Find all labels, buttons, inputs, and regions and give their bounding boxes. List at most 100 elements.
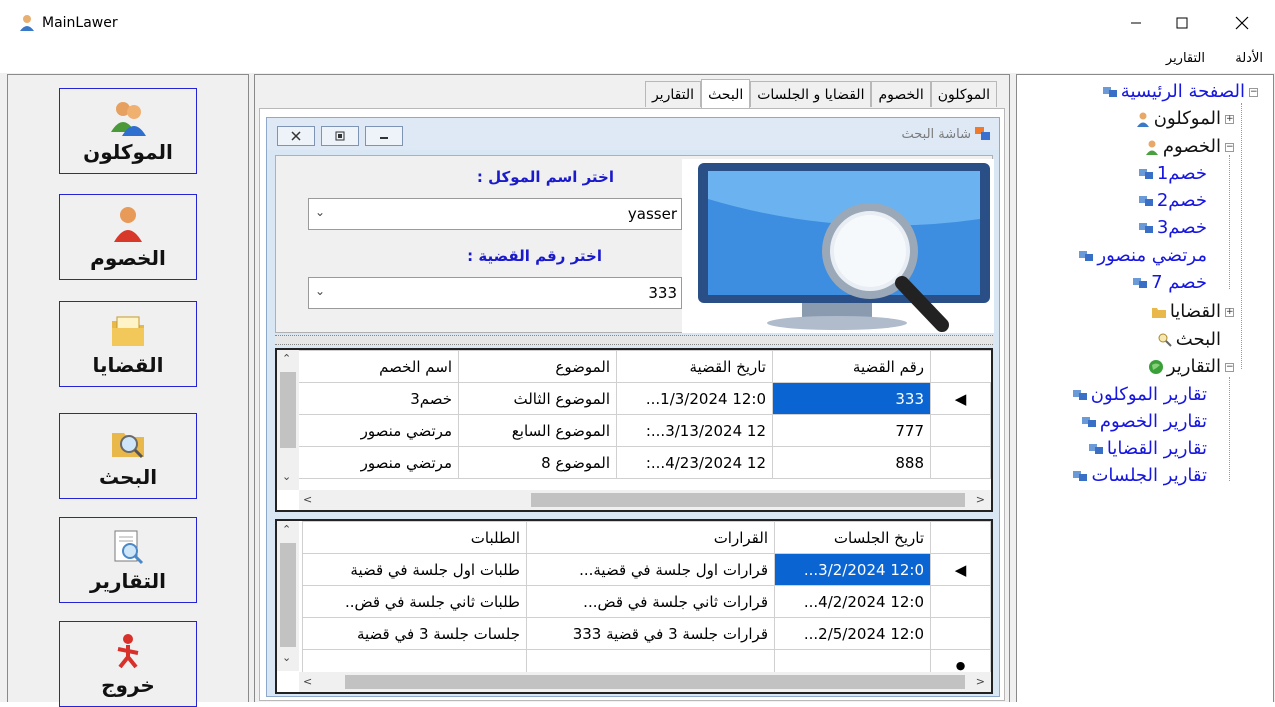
cell-case-date[interactable]: 12 3/13/2024...:: [616, 414, 773, 447]
collapse-root-icon[interactable]: −: [1249, 88, 1258, 97]
scroll-down-icon[interactable]: ⌄: [282, 470, 291, 483]
scroll-left-icon[interactable]: <: [303, 675, 312, 688]
table-row[interactable]: 777 12 3/13/2024...: الموضوع السابع مرتض…: [298, 414, 991, 447]
reports-button[interactable]: التقارير: [59, 517, 197, 603]
table-row[interactable]: 12:0 2/5/2024... قرارات جلسة 3 في قضية 3…: [302, 617, 991, 650]
cell-case-number[interactable]: 888: [772, 446, 931, 479]
cell-decisions[interactable]: قرارات اول جلسة في قضية...: [526, 553, 775, 586]
tree-node-report-clients[interactable]: تقارير الموكلون: [1069, 384, 1207, 405]
tree-node-reports[interactable]: التقارير: [1145, 356, 1221, 377]
collapse-reports-icon[interactable]: −: [1225, 363, 1234, 372]
tree-node-home[interactable]: الصفحة الرئيسية: [1099, 81, 1245, 102]
col-case-date[interactable]: تاريخ القضية: [616, 350, 773, 383]
row-selector[interactable]: ◀: [930, 382, 991, 415]
clients-button[interactable]: الموكلون: [59, 88, 197, 174]
row-selector[interactable]: ◀: [930, 553, 991, 586]
child-close-button[interactable]: [277, 126, 315, 146]
scroll-right-icon[interactable]: >: [976, 675, 985, 688]
cell-decisions[interactable]: قرارات جلسة 3 في قضية 333: [526, 617, 775, 650]
cell-case-number[interactable]: 777: [772, 414, 931, 447]
scroll-thumb[interactable]: [345, 675, 965, 689]
tab-cases-sessions[interactable]: القضايا و الجلسات: [750, 81, 872, 107]
sessions-horizontal-scrollbar[interactable]: < >: [299, 672, 991, 692]
scroll-right-icon[interactable]: >: [976, 493, 985, 506]
cell-opponent-name[interactable]: مرتضي منصور: [298, 446, 459, 479]
cases-vertical-scrollbar[interactable]: ⌃ ⌄: [277, 350, 299, 490]
cases-button[interactable]: القضايا: [59, 301, 197, 387]
tree-node-search[interactable]: البحث: [1154, 329, 1221, 350]
client-combobox[interactable]: yasser ⌄: [308, 198, 682, 230]
col-decisions[interactable]: القرارات: [526, 521, 775, 554]
tree-node-report-opponents[interactable]: تقارير الخصوم: [1078, 411, 1207, 432]
cell-requests[interactable]: جلسات جلسة 3 في قضية: [302, 617, 527, 650]
tree-node-report-cases[interactable]: تقارير القضايا: [1085, 438, 1207, 459]
tree-node-clients[interactable]: الموكلون: [1132, 108, 1221, 129]
cell-subject[interactable]: الموضوع الثالث: [458, 382, 617, 415]
scroll-left-icon[interactable]: <: [303, 493, 312, 506]
sessions-vertical-scrollbar[interactable]: ⌃ ⌄: [277, 521, 299, 671]
cell-decisions[interactable]: قرارات ثاني جلسة في قض...: [526, 585, 775, 618]
cases-horizontal-scrollbar[interactable]: < >: [299, 490, 991, 510]
col-opponent-name[interactable]: اسم الخصم: [298, 350, 459, 383]
cell-case-date[interactable]: 12:0 1/3/2024...: [616, 382, 773, 415]
collapse-opponents-icon[interactable]: −: [1225, 143, 1234, 152]
scroll-thumb[interactable]: [531, 493, 965, 507]
col-requests[interactable]: الطلبات: [302, 521, 527, 554]
maximize-button[interactable]: [1159, 0, 1205, 45]
table-row[interactable]: ◀ 333 12:0 1/3/2024... الموضوع الثالث خص…: [298, 382, 991, 415]
chevron-down-icon[interactable]: ⌄: [315, 205, 325, 219]
menu-reports[interactable]: التقارير: [1166, 51, 1205, 66]
tab-opponents[interactable]: الخصوم: [871, 81, 931, 107]
tree-node-opponent-1[interactable]: خصم1: [1135, 163, 1207, 184]
col-case-number[interactable]: رقم القضية: [772, 350, 931, 383]
tree-node-report-sessions[interactable]: تقارير الجلسات: [1069, 465, 1207, 486]
row-selector[interactable]: [930, 617, 991, 650]
cell-session-date[interactable]: 12:0 3/2/2024...: [774, 553, 931, 586]
cell-opponent-name[interactable]: مرتضي منصور: [298, 414, 459, 447]
scroll-thumb[interactable]: [280, 372, 296, 448]
scroll-up-icon[interactable]: ⌃: [282, 352, 291, 365]
cell-case-date[interactable]: 12 4/23/2024...:: [616, 446, 773, 479]
tab-search[interactable]: البحث: [701, 79, 751, 109]
chevron-down-icon[interactable]: ⌄: [315, 284, 325, 298]
menu-guides[interactable]: الأدلة: [1235, 51, 1263, 66]
row-selector[interactable]: [930, 585, 991, 618]
cell-subject[interactable]: الموضوع السابع: [458, 414, 617, 447]
tree-node-opponent-5[interactable]: خصم 7: [1129, 272, 1207, 293]
cell-session-date[interactable]: 12:0 4/2/2024...: [774, 585, 931, 618]
tree-node-cases[interactable]: القضايا: [1148, 301, 1221, 322]
scroll-up-icon[interactable]: ⌃: [282, 523, 291, 536]
child-restore-button[interactable]: [321, 126, 359, 146]
col-session-date[interactable]: تاريخ الجلسات: [774, 521, 931, 554]
table-row[interactable]: 888 12 4/23/2024...: الموضوع 8 مرتضي منص…: [298, 446, 991, 479]
expand-cases-icon[interactable]: +: [1225, 308, 1234, 317]
case-combobox[interactable]: 333 ⌄: [308, 277, 682, 309]
table-row[interactable]: ◀ 12:0 3/2/2024... قرارات اول جلسة في قض…: [302, 553, 991, 586]
row-selector[interactable]: [930, 414, 991, 447]
tree-node-opponent-3[interactable]: خصم3: [1135, 217, 1207, 238]
cell-session-date[interactable]: 12:0 2/5/2024...: [774, 617, 931, 650]
tree-node-opponent-2[interactable]: خصم2: [1135, 190, 1207, 211]
minimize-button[interactable]: [1113, 0, 1159, 45]
close-button[interactable]: [1219, 0, 1265, 45]
tree-node-opponents[interactable]: الخصوم: [1141, 136, 1221, 157]
tree-node-opponent-4[interactable]: مرتضي منصور: [1075, 245, 1207, 266]
cell-requests[interactable]: طلبات ثاني جلسة في قض..: [302, 585, 527, 618]
search-button[interactable]: البحث: [59, 413, 197, 499]
scroll-down-icon[interactable]: ⌄: [282, 651, 291, 664]
expand-clients-icon[interactable]: +: [1225, 115, 1234, 124]
cell-requests[interactable]: طلبات اول جلسة في قضية: [302, 553, 527, 586]
scroll-thumb[interactable]: [280, 543, 296, 647]
splitter-bar[interactable]: [275, 335, 993, 345]
table-row[interactable]: 12:0 4/2/2024... قرارات ثاني جلسة في قض.…: [302, 585, 991, 618]
tab-reports[interactable]: التقارير: [644, 81, 702, 107]
cell-opponent-name[interactable]: خصم3: [298, 382, 459, 415]
tab-clients[interactable]: الموكلون: [930, 81, 997, 107]
child-minimize-button[interactable]: [365, 126, 403, 146]
opponents-button[interactable]: الخصوم: [59, 194, 197, 280]
exit-button[interactable]: خروج: [59, 621, 197, 707]
cell-case-number[interactable]: 333: [772, 382, 931, 415]
cell-subject[interactable]: الموضوع 8: [458, 446, 617, 479]
col-subject[interactable]: الموضوع: [458, 350, 617, 383]
row-selector[interactable]: [930, 446, 991, 479]
